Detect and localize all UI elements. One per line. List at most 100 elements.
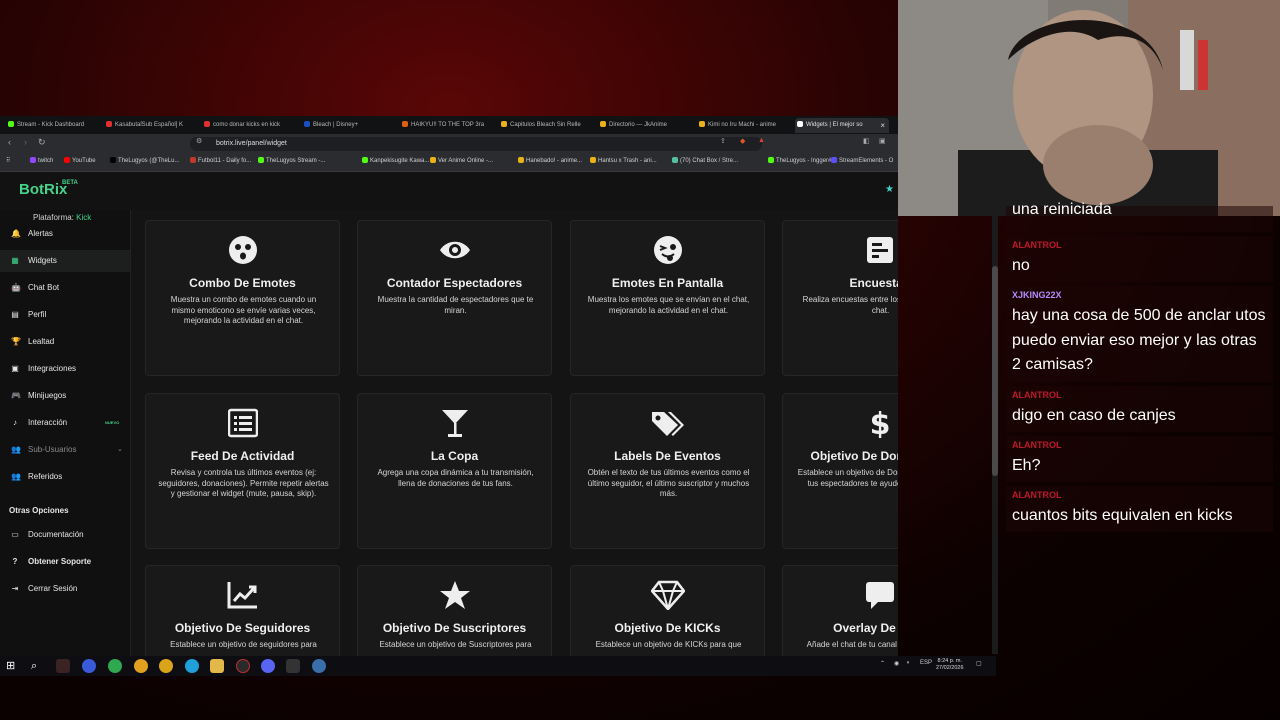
widget-description: Muestra un combo de emotes cuando un mis… [170, 295, 317, 325]
app-taskbar-icon[interactable] [82, 659, 96, 673]
sidebar-item-referidos[interactable]: 👥 Referidos [0, 466, 130, 488]
edge-taskbar-icon[interactable] [185, 659, 199, 673]
widget-card-labels-de-eventos[interactable]: Labels De Eventos Obtén el texto de tus ú… [570, 393, 765, 549]
widget-card-feed-de-actividad[interactable]: Feed De Actividad Revisa y controla tus ú… [145, 393, 340, 549]
chat-username: XJKING22X [1012, 290, 1062, 300]
bookmark-favicon-icon [768, 157, 774, 163]
tab-3[interactable]: Bleach | Disney+ [302, 118, 396, 133]
sidebar-item-alertas[interactable]: 🔔 Alertas [0, 223, 130, 245]
widget-title: Objetivo De Seguidores [174, 621, 311, 635]
tab-5[interactable]: Capitulos Bleach Sin Relle [499, 118, 593, 133]
widget-card-emotes-en-pantalla[interactable]: Emotes En Pantalla Muestra los emotes que… [570, 220, 765, 376]
widget-card-encuestas[interactable]: Encuestas Realiza encuestas entre los mie… [782, 220, 898, 376]
steam-taskbar-icon[interactable] [312, 659, 326, 673]
brave-shield-icon[interactable]: ◆ [740, 137, 745, 145]
tab-7[interactable]: Kimi no Iru Machi - anime [697, 118, 791, 133]
chat-username: ALANTROL [1012, 390, 1062, 400]
bookmark-1[interactable]: YouTube [64, 157, 96, 164]
widget-card-contador-espectadores[interactable]: Contador Espectadores Muestra la cantidad… [357, 220, 552, 376]
widget-card-overlay-de-chat[interactable]: Overlay De Chat Añade el chat de tu canal… [782, 565, 898, 656]
bookmark-9[interactable]: (70) Chat Box / Stre... [672, 157, 738, 164]
tab-2[interactable]: como donar kicks en kick [202, 118, 296, 133]
chevron-down-icon[interactable]: ⌄ [117, 439, 123, 461]
volume-icon[interactable]: ◖ [906, 660, 910, 666]
bookmark-5[interactable]: Kanpekisugite Kawa... [362, 157, 429, 164]
tab-1[interactable]: KasabutaſSub Español] K [104, 118, 194, 133]
sidebar-item-cerrar-sesi-n[interactable]: ⇥ Cerrar Sesión [0, 578, 130, 600]
tab-4[interactable]: HAIKYU!! TO THE TOP 3ra [400, 118, 494, 133]
bookmark-4[interactable]: TheLugyos Stream -... [258, 157, 325, 164]
tab-favicon-icon [204, 121, 210, 127]
back-icon[interactable]: ‹ [8, 137, 11, 147]
bookmark-7[interactable]: Hanebado! - anime... [518, 157, 582, 164]
tab-6[interactable]: Directorio — JkAnime [598, 118, 692, 133]
sidebar-item-lealtad[interactable]: 🏆 Lealtad [0, 331, 130, 353]
chrome-taskbar-icon[interactable] [108, 659, 122, 673]
media-taskbar-icon[interactable] [286, 659, 300, 673]
share-icon[interactable]: ⇪ [720, 137, 726, 145]
bookmark-11[interactable]: StreamElements - O [831, 157, 893, 164]
botrix-logo[interactable]: BotRix [19, 181, 67, 198]
sidebar-item-minijuegos[interactable]: 🎮 Minijuegos [0, 385, 130, 407]
tray-chevron-icon[interactable]: ⌃ [880, 660, 885, 667]
close-tab-icon[interactable]: × [880, 118, 885, 133]
tab-8[interactable]: Widgets | El mejor so × [795, 118, 889, 133]
page-scrollbar[interactable] [992, 216, 998, 654]
bookmark-label: (70) Chat Box / Stre... [680, 158, 739, 164]
bookmark-0[interactable]: twitch [30, 157, 53, 164]
tab-0[interactable]: Stream - Kick Dashboard [6, 118, 100, 133]
bookmark-2[interactable]: TheLugyos (@TheLu... [110, 157, 179, 164]
forward-icon[interactable]: › [24, 137, 27, 147]
site-info-icon[interactable]: ⚙ [196, 137, 202, 145]
widget-description: Realiza encuestas entre los miembros de … [802, 295, 898, 315]
address-bar: ‹ › ↻ botrix.live/panel/widget ⚙ ⇪ ◆ ▲ ◧… [0, 134, 898, 154]
sidebar-item-interacci-n[interactable]: ♪ Interacción NUEVO [0, 412, 130, 434]
obs-taskbar-icon[interactable] [236, 659, 250, 673]
chrome-profile-taskbar-icon[interactable] [159, 659, 173, 673]
rewards-icon[interactable]: ▲ [758, 137, 765, 144]
widget-card-objetivo-de-seguidores[interactable]: Objetivo De Seguidores Establece un objet… [145, 565, 340, 656]
widget-card-combo-de-emotes[interactable]: Combo De Emotes Muestra un combo de emote… [145, 220, 340, 376]
eye-icon [358, 235, 551, 265]
explorer-taskbar-icon[interactable] [210, 659, 224, 673]
widget-card-objetivo-de-suscriptores[interactable]: Objetivo De Suscriptores Establece un obj… [357, 565, 552, 656]
clock[interactable]: 8:24 p. m. 27/02/2026 [936, 658, 964, 672]
star-icon[interactable]: ★ [885, 184, 894, 195]
sidebar-item-documentaci-n[interactable]: ▭ Documentación [0, 524, 130, 546]
bookmark-3[interactable]: Futbol11 - Daily fo... [190, 157, 251, 164]
sidebar-toggle-icon[interactable]: ▣ [879, 137, 886, 145]
sidebar-item-obtener-soporte[interactable]: ? Obtener Soporte [0, 551, 130, 573]
wink-tongue-icon [571, 235, 764, 265]
sidebar-item-widgets[interactable]: ▦ Widgets [0, 250, 130, 272]
search-icon[interactable]: ⌕ [31, 659, 45, 673]
brave-taskbar-icon[interactable] [56, 659, 70, 673]
sidebar: Plataforma: Kick Otras Opciones 🔔 Alertas… [0, 210, 131, 656]
bookmark-10[interactable]: TheLugyos - Ingger#... [768, 157, 836, 164]
apps-icon[interactable]: ⠿ [6, 157, 10, 164]
bookmark-6[interactable]: Ver Anime Online -... [430, 157, 493, 164]
notifications-icon[interactable]: ▢ [976, 660, 982, 667]
sidebar-item-integraciones[interactable]: ▣ Integraciones [0, 358, 130, 380]
widget-card-objetivo-de-kicks[interactable]: Objetivo De KICKs Establece un objetivo d… [570, 565, 765, 656]
network-icon[interactable]: ◉ [894, 660, 899, 667]
chrome-alt-taskbar-icon[interactable] [134, 659, 148, 673]
url-field[interactable]: botrix.live/panel/widget [190, 137, 762, 151]
widget-card-objetivo-de-donaciones[interactable]: $ Objetivo De Donaciones Establece un obje… [782, 393, 898, 549]
discord-taskbar-icon[interactable] [261, 659, 275, 673]
reload-icon[interactable]: ↻ [38, 137, 46, 148]
keyboard-language[interactable]: ESP [920, 660, 932, 666]
bookmark-8[interactable]: Hantsu x Trash - ani... [590, 157, 657, 164]
sidebar-item-sub-usuarios[interactable]: 👥 Sub-Usuarios ⌄ [0, 439, 130, 461]
widget-title: Objetivo De Donaciones [810, 449, 898, 463]
chat-message-text: Eh? [1012, 457, 1041, 474]
extensions-icon[interactable]: ◧ [863, 137, 870, 145]
windows-start-icon[interactable]: ⊞ [6, 659, 20, 673]
robot-icon: 🤖 [11, 283, 21, 292]
scrollbar-thumb[interactable] [992, 266, 998, 476]
widget-title: Encuestas [849, 276, 898, 290]
sidebar-item-perfil[interactable]: ▤ Perfil [0, 304, 130, 326]
sidebar-item-label: Alertas [28, 229, 53, 238]
widget-card-la-copa[interactable]: La Copa Agrega una copa dinámica a tu tra… [357, 393, 552, 549]
sidebar-item-chat-bot[interactable]: 🤖 Chat Bot [0, 277, 130, 299]
top-navbar: BotRix BETA ★ [0, 172, 898, 210]
